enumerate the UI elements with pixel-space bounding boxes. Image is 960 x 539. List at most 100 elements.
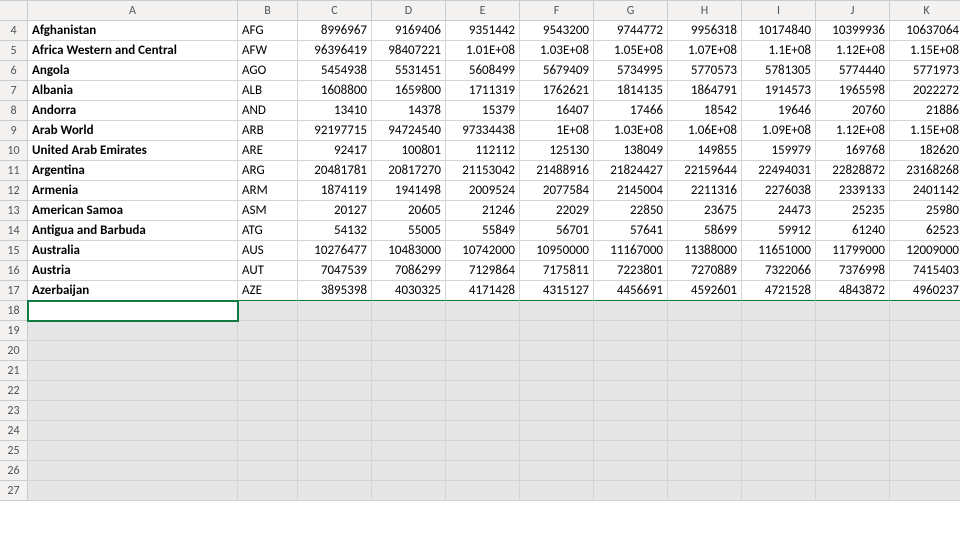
column-header-A[interactable]: A — [28, 1, 238, 21]
cell-I8[interactable]: 19646 — [742, 101, 816, 121]
cell-K26[interactable] — [890, 461, 960, 481]
cell-I15[interactable]: 11651000 — [742, 241, 816, 261]
cell-C20[interactable] — [298, 341, 372, 361]
cell-H16[interactable]: 7270889 — [668, 261, 742, 281]
cell-C23[interactable] — [298, 401, 372, 421]
row-header-10[interactable]: 10 — [0, 141, 28, 161]
cell-H20[interactable] — [668, 341, 742, 361]
row-header-20[interactable]: 20 — [0, 341, 28, 361]
cell-C16[interactable]: 7047539 — [298, 261, 372, 281]
cell-E9[interactable]: 97334438 — [446, 121, 520, 141]
cell-J21[interactable] — [816, 361, 890, 381]
cell-J23[interactable] — [816, 401, 890, 421]
cell-C19[interactable] — [298, 321, 372, 341]
row-header-24[interactable]: 24 — [0, 421, 28, 441]
cell-J25[interactable] — [816, 441, 890, 461]
row-header-25[interactable]: 25 — [0, 441, 28, 461]
cell-K13[interactable]: 25980 — [890, 201, 960, 221]
cell-C17[interactable]: 3895398 — [298, 281, 372, 301]
cell-H27[interactable] — [668, 481, 742, 501]
cell-G16[interactable]: 7223801 — [594, 261, 668, 281]
cell-D27[interactable] — [372, 481, 446, 501]
cell-H10[interactable]: 149855 — [668, 141, 742, 161]
cell-B21[interactable] — [238, 361, 298, 381]
cell-K22[interactable] — [890, 381, 960, 401]
cell-E11[interactable]: 21153042 — [446, 161, 520, 181]
cell-D26[interactable] — [372, 461, 446, 481]
column-header-I[interactable]: I — [742, 1, 816, 21]
cell-K6[interactable]: 5771973 — [890, 61, 960, 81]
cell-G12[interactable]: 2145004 — [594, 181, 668, 201]
cell-C11[interactable]: 20481781 — [298, 161, 372, 181]
cell-K4[interactable]: 10637064 — [890, 21, 960, 41]
cell-F11[interactable]: 21488916 — [520, 161, 594, 181]
cell-B27[interactable] — [238, 481, 298, 501]
cell-A25[interactable] — [28, 441, 238, 461]
cell-C24[interactable] — [298, 421, 372, 441]
cell-B12[interactable]: ARM — [238, 181, 298, 201]
cell-H21[interactable] — [668, 361, 742, 381]
cell-F10[interactable]: 125130 — [520, 141, 594, 161]
cell-I9[interactable]: 1.09E+08 — [742, 121, 816, 141]
cell-G24[interactable] — [594, 421, 668, 441]
cell-E23[interactable] — [446, 401, 520, 421]
cell-F18[interactable] — [520, 301, 594, 321]
cell-E14[interactable]: 55849 — [446, 221, 520, 241]
cell-D16[interactable]: 7086299 — [372, 261, 446, 281]
cell-C10[interactable]: 92417 — [298, 141, 372, 161]
row-header-12[interactable]: 12 — [0, 181, 28, 201]
cell-J7[interactable]: 1965598 — [816, 81, 890, 101]
cell-C18[interactable] — [298, 301, 372, 321]
cell-I18[interactable] — [742, 301, 816, 321]
cell-J14[interactable]: 61240 — [816, 221, 890, 241]
cell-F4[interactable]: 9543200 — [520, 21, 594, 41]
cell-F13[interactable]: 22029 — [520, 201, 594, 221]
cell-J20[interactable] — [816, 341, 890, 361]
cell-F26[interactable] — [520, 461, 594, 481]
cell-A23[interactable] — [28, 401, 238, 421]
cell-C14[interactable]: 54132 — [298, 221, 372, 241]
cell-F23[interactable] — [520, 401, 594, 421]
column-header-H[interactable]: H — [668, 1, 742, 21]
cell-E7[interactable]: 1711319 — [446, 81, 520, 101]
cell-F5[interactable]: 1.03E+08 — [520, 41, 594, 61]
cell-H18[interactable] — [668, 301, 742, 321]
row-header-23[interactable]: 23 — [0, 401, 28, 421]
cell-F14[interactable]: 56701 — [520, 221, 594, 241]
cell-G5[interactable]: 1.05E+08 — [594, 41, 668, 61]
cell-B26[interactable] — [238, 461, 298, 481]
cell-D5[interactable]: 98407221 — [372, 41, 446, 61]
row-header-11[interactable]: 11 — [0, 161, 28, 181]
cell-B25[interactable] — [238, 441, 298, 461]
cell-D24[interactable] — [372, 421, 446, 441]
column-header-J[interactable]: J — [816, 1, 890, 21]
cell-I11[interactable]: 22494031 — [742, 161, 816, 181]
column-header-B[interactable]: B — [238, 1, 298, 21]
row-header-6[interactable]: 6 — [0, 61, 28, 81]
cell-D25[interactable] — [372, 441, 446, 461]
cell-E15[interactable]: 10742000 — [446, 241, 520, 261]
cell-A8[interactable]: Andorra — [28, 101, 238, 121]
cell-F22[interactable] — [520, 381, 594, 401]
cell-J17[interactable]: 4843872 — [816, 281, 890, 301]
cell-A24[interactable] — [28, 421, 238, 441]
cell-G17[interactable]: 4456691 — [594, 281, 668, 301]
cell-D8[interactable]: 14378 — [372, 101, 446, 121]
cell-D12[interactable]: 1941498 — [372, 181, 446, 201]
cell-E6[interactable]: 5608499 — [446, 61, 520, 81]
row-header-15[interactable]: 15 — [0, 241, 28, 261]
cell-D18[interactable] — [372, 301, 446, 321]
cell-B7[interactable]: ALB — [238, 81, 298, 101]
cell-C4[interactable]: 8996967 — [298, 21, 372, 41]
cell-H23[interactable] — [668, 401, 742, 421]
cell-I26[interactable] — [742, 461, 816, 481]
cell-C21[interactable] — [298, 361, 372, 381]
cell-D20[interactable] — [372, 341, 446, 361]
cell-I27[interactable] — [742, 481, 816, 501]
cell-A19[interactable] — [28, 321, 238, 341]
cell-I23[interactable] — [742, 401, 816, 421]
cell-A16[interactable]: Austria — [28, 261, 238, 281]
cell-G21[interactable] — [594, 361, 668, 381]
cell-J11[interactable]: 22828872 — [816, 161, 890, 181]
cell-H13[interactable]: 23675 — [668, 201, 742, 221]
